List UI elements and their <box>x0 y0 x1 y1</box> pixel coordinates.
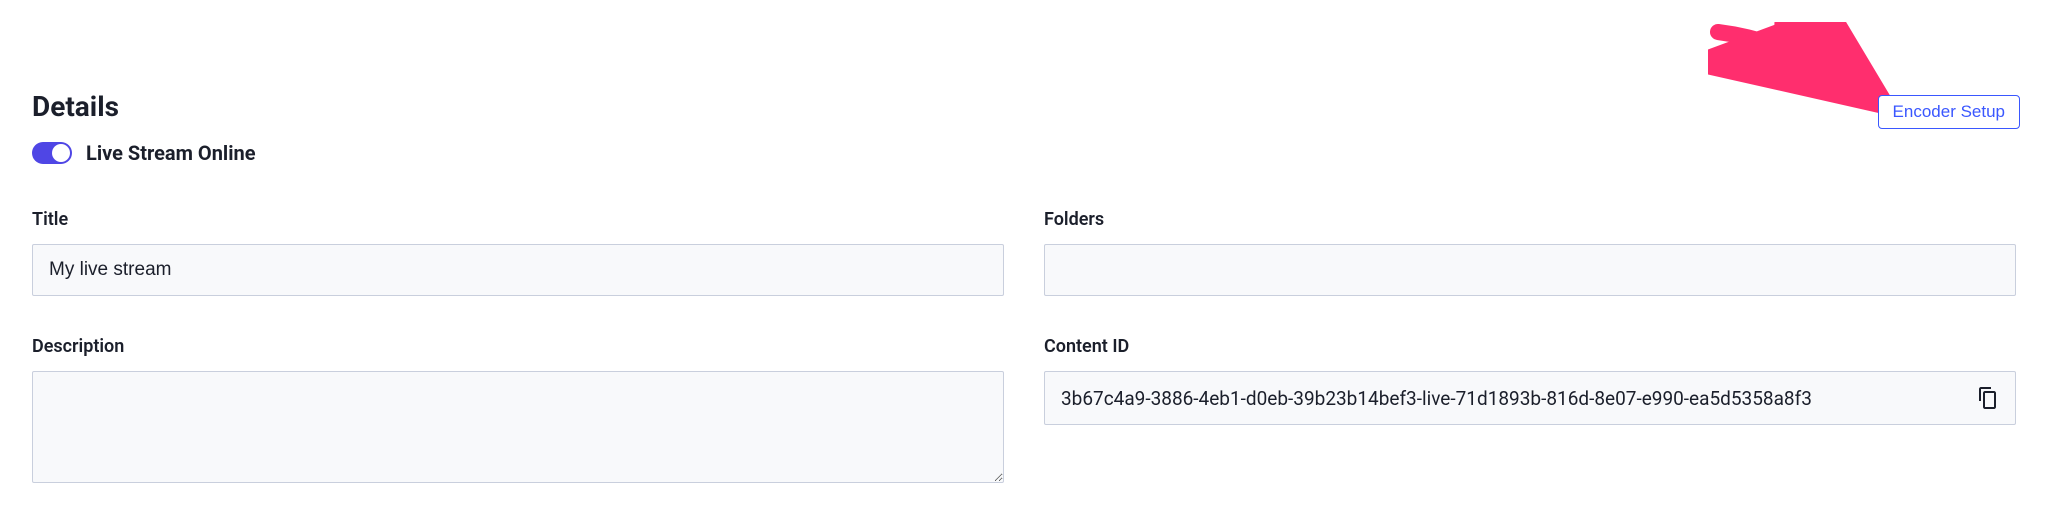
description-textarea[interactable] <box>32 371 1004 483</box>
live-stream-toggle[interactable] <box>32 142 72 164</box>
details-section: Details Encoder Setup Live Stream Online… <box>0 0 2048 515</box>
content-id-value: 3b67c4a9-3886-4eb1-d0eb-39b23b14bef3-liv… <box>1061 387 1963 410</box>
folders-input[interactable] <box>1044 244 2016 296</box>
toggle-knob <box>52 144 70 162</box>
live-stream-toggle-label: Live Stream Online <box>86 141 256 165</box>
title-label: Title <box>32 209 1004 230</box>
folders-label: Folders <box>1044 209 2016 230</box>
description-label: Description <box>32 336 1004 357</box>
content-id-box: 3b67c4a9-3886-4eb1-d0eb-39b23b14bef3-liv… <box>1044 371 2016 425</box>
encoder-setup-button[interactable]: Encoder Setup <box>1878 95 2020 129</box>
copy-content-id-button[interactable] <box>1975 386 1999 410</box>
title-input[interactable] <box>32 244 1004 296</box>
section-title: Details <box>32 90 119 123</box>
content-id-label: Content ID <box>1044 336 2016 357</box>
copy-icon <box>1975 386 1999 410</box>
